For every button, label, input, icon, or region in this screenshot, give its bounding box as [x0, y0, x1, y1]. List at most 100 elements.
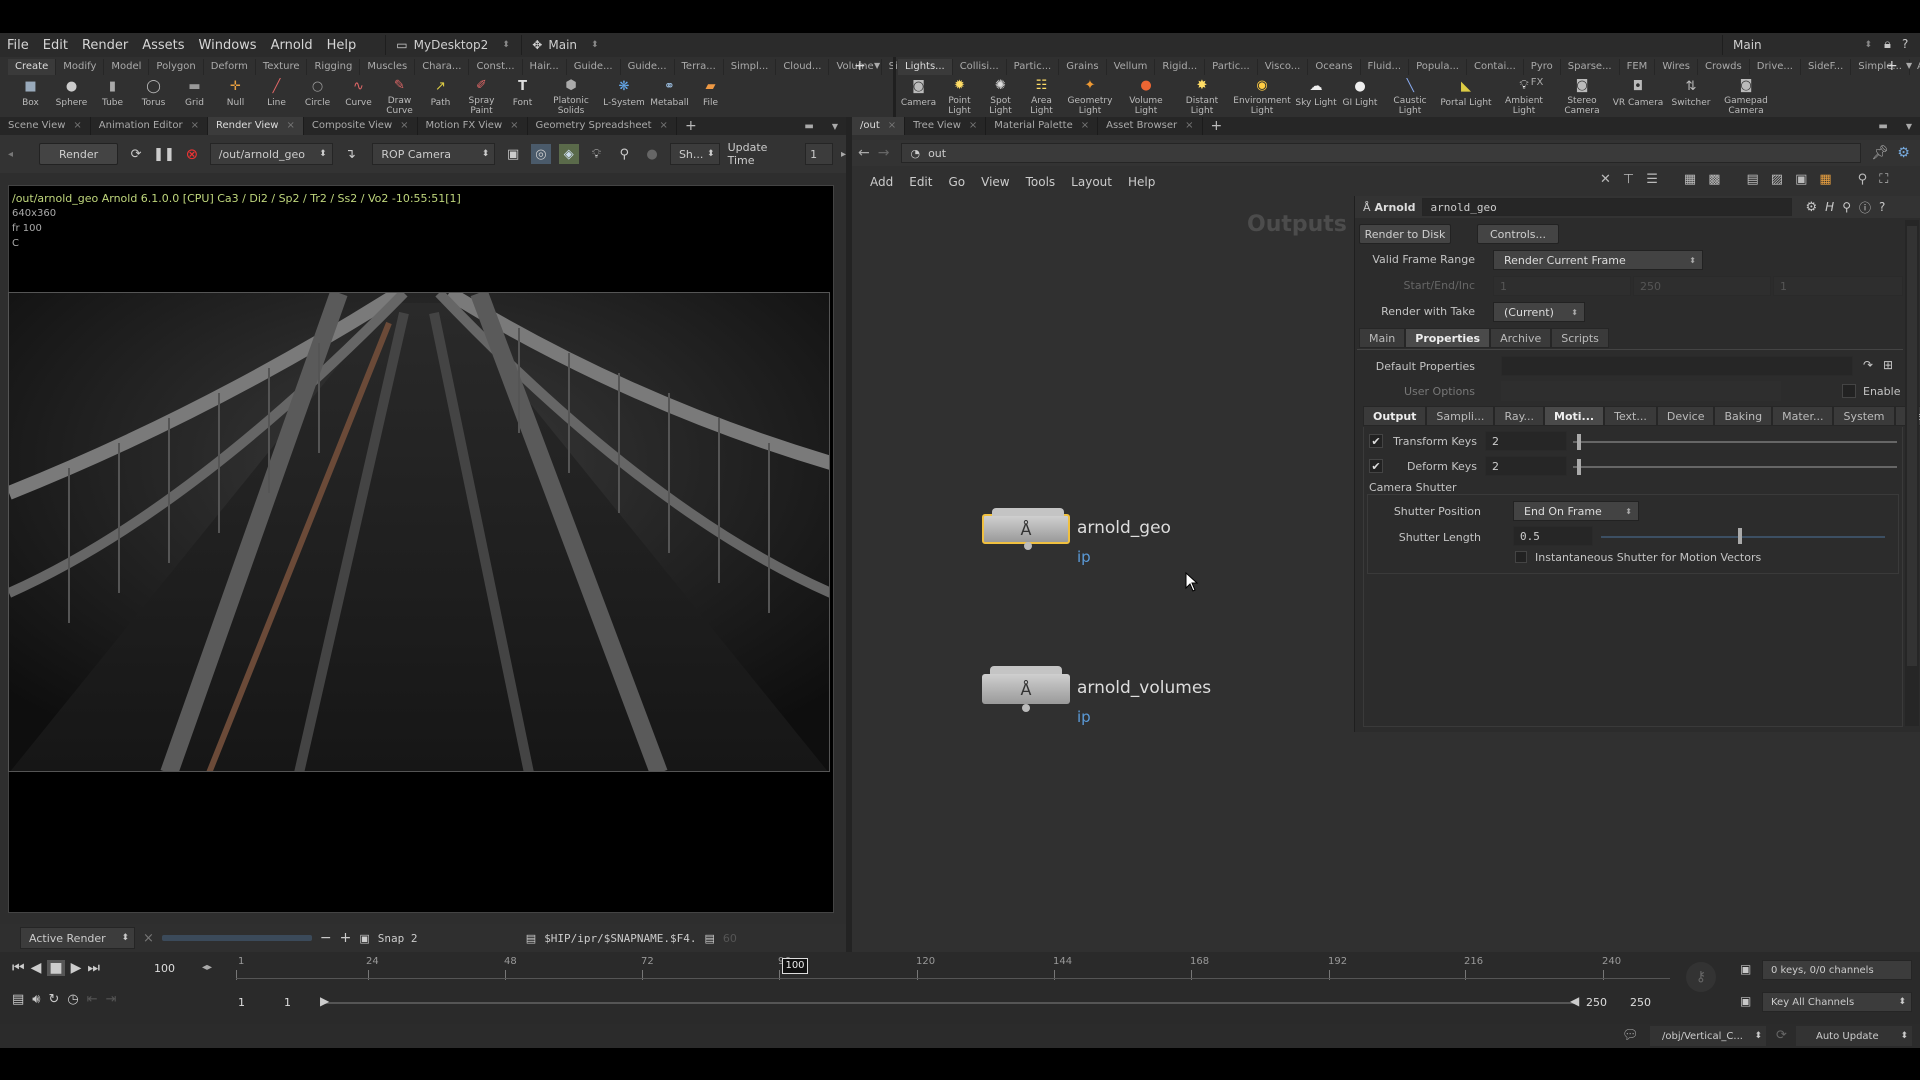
tab-render-view[interactable]: Render View × [207, 117, 304, 135]
rop-path-field[interactable]: /out/arnold_geo ⬍ [209, 143, 333, 165]
menu-windows[interactable]: Windows [192, 38, 264, 53]
tab-scene-view[interactable]: Scene View × [0, 117, 91, 135]
tool-gamepad-camera[interactable]: ◙ Gamepad Camera [1716, 78, 1776, 116]
shelf-tab[interactable]: Drive... [1750, 59, 1801, 75]
shelf-tab[interactable]: Deform [204, 59, 256, 75]
shelf-tab[interactable]: Simple... [1851, 59, 1910, 75]
tab-ray[interactable]: Ray... [1494, 406, 1545, 426]
shelf-tab[interactable]: SideF... [1801, 59, 1852, 75]
add-property-icon[interactable]: ⊞ [1883, 358, 1893, 372]
tool-area-light[interactable]: ☷ Area Light [1021, 78, 1062, 116]
close-icon[interactable]: × [888, 117, 896, 135]
tab-text[interactable]: Text... [1604, 406, 1657, 426]
snapshot-slider[interactable] [161, 935, 312, 941]
close-icon[interactable]: × [1185, 117, 1193, 135]
shelf-tab[interactable]: Sparse... [1561, 59, 1620, 75]
help-icon[interactable]: ? [1902, 37, 1908, 51]
shelf-tab[interactable]: FEM [1620, 59, 1656, 75]
add-tab-icon[interactable]: + [1203, 118, 1231, 134]
shelf-tab[interactable]: Guide... [621, 59, 675, 75]
shelf-tab[interactable]: Vellum [1107, 59, 1156, 75]
node-arnold-volumes[interactable]: Å [982, 666, 1070, 712]
tab-baking[interactable]: Baking [1714, 406, 1773, 426]
active-render-menu[interactable]: Active Render ⬍ [20, 927, 135, 949]
tab-animation-editor[interactable]: Animation Editor × [91, 117, 208, 135]
gear-icon[interactable]: ⚙ [1806, 200, 1818, 215]
camera-menu[interactable]: ROP Camera ⬍ [372, 143, 496, 165]
range-start-field[interactable]: 1 [238, 996, 245, 1009]
close-icon[interactable]: × [1081, 117, 1089, 135]
back-arrow-icon[interactable]: ← [858, 145, 870, 161]
shelf-tab[interactable]: Modify [56, 59, 105, 75]
tool-sphere[interactable]: ● Sphere [51, 78, 92, 116]
stop-icon[interactable]: ■ [47, 960, 65, 976]
current-frame-field[interactable]: 100 [154, 962, 175, 975]
node-arnold-geo[interactable]: Å [982, 508, 1070, 550]
tool-gi-light[interactable]: ● GI Light [1338, 78, 1382, 116]
network-menu-help[interactable]: Help [1120, 175, 1163, 189]
stop-render-icon[interactable]: ⊗ [182, 144, 202, 164]
node-output-connector[interactable] [1022, 704, 1030, 712]
menu-assets[interactable]: Assets [135, 38, 191, 53]
shelf-tab[interactable]: Cloud... [776, 59, 830, 75]
shelf-tab[interactable]: Wires [1655, 59, 1699, 75]
menu-render[interactable]: Render [75, 38, 135, 53]
tool-caustic-light[interactable]: ╲ Caustic Light [1382, 78, 1438, 116]
tool-tube[interactable]: ▮ Tube [92, 78, 133, 116]
shelf-tab[interactable]: Lights... [898, 59, 953, 75]
tool-draw-curve[interactable]: ✎ Draw Curve [379, 78, 420, 116]
dopesheet-icon[interactable]: ▣ [1740, 962, 1751, 976]
shelf-tab[interactable]: Partic... [1007, 59, 1060, 75]
network-menu-tools[interactable]: Tools [1018, 175, 1064, 189]
deform-keys-slider[interactable] [1573, 466, 1897, 468]
jump-to-rop-icon[interactable]: ↴ [341, 144, 361, 164]
shelf-tab[interactable]: Hair... [523, 59, 567, 75]
tool-camera[interactable]: ◙ Camera [898, 78, 939, 116]
desktop-selector[interactable]: ▭ MyDesktop2 ⬍ [385, 35, 515, 55]
shutter-position-menu[interactable]: End On Frame ⬍ [1513, 501, 1639, 521]
tool-geometry-light[interactable]: ✦ Geometry Light [1062, 78, 1118, 116]
shelf-tab[interactable]: Guide... [567, 59, 621, 75]
user-options-field[interactable] [1501, 381, 1781, 401]
search-icon[interactable]: ⚲ [1858, 172, 1868, 187]
playhead-marker[interactable]: 100 [782, 958, 808, 974]
tab-materials[interactable]: Mater... [1772, 406, 1834, 426]
search-icon[interactable]: ⚲ [1842, 200, 1851, 214]
controls-button[interactable]: Controls... [1477, 224, 1559, 244]
add-shelf-icon[interactable]: + [854, 58, 866, 74]
shelf-tab[interactable]: Model [104, 59, 150, 75]
node-name-label[interactable]: arnold_geo [1077, 518, 1171, 538]
network-menu-add[interactable]: Add [862, 175, 901, 189]
tool-switcher[interactable]: ⇅ Switcher [1666, 78, 1716, 116]
network-menu-edit[interactable]: Edit [901, 175, 940, 189]
shutter-length-slider-handle[interactable] [1738, 528, 1743, 544]
shelf-tab[interactable]: Pyro FX [1524, 59, 1561, 88]
tab-properties[interactable]: Properties [1405, 328, 1491, 348]
timeline-ruler[interactable]: 1 24 48 72 96 120 144 168 192 216 240 10… [236, 954, 1670, 984]
auto-update-menu[interactable]: Auto Update ⬍ [1796, 1026, 1912, 1046]
clock-icon[interactable]: ◷ [67, 992, 78, 1007]
tile-view-icon[interactable]: ▩ [1708, 172, 1720, 187]
tool-portal-light[interactable]: ◣ Portal Light [1438, 78, 1494, 116]
step-keys-icon[interactable]: ◂▸ [202, 962, 212, 973]
tab-out[interactable]: /out × [852, 117, 906, 135]
tab-geometry-spreadsheet[interactable]: Geometry Spreadsheet × [528, 117, 677, 135]
shelf-tab[interactable]: Chara... [415, 59, 470, 75]
tab-scripts[interactable]: Scripts [1551, 328, 1609, 348]
pick-light-icon[interactable]: 💡︎ [587, 144, 607, 164]
shelf-tab[interactable]: Texture [256, 59, 308, 75]
close-icon[interactable]: × [969, 117, 977, 135]
tool-box[interactable]: ■ Box [10, 78, 51, 116]
refresh-icon[interactable]: ⟳ [126, 144, 146, 164]
keys-info-field[interactable]: 0 keys, 0/0 channels [1762, 960, 1912, 980]
shelf-tab[interactable]: Rigging [307, 59, 361, 75]
palette-icon[interactable]: ▦ [1819, 172, 1831, 187]
tool-sky-light[interactable]: ☁ Sky Light [1294, 78, 1338, 116]
shelf-tab[interactable]: Grains [1059, 59, 1107, 75]
folder-icon[interactable]: ▤ [705, 932, 715, 945]
close-icon[interactable]: × [73, 117, 81, 135]
tab-system[interactable]: System [1833, 406, 1895, 426]
key-tool-icon[interactable]: ⚷ [1686, 962, 1716, 992]
menu-arnold[interactable]: Arnold [264, 38, 320, 53]
shelf-menu-icon[interactable]: ▼ [874, 61, 880, 70]
